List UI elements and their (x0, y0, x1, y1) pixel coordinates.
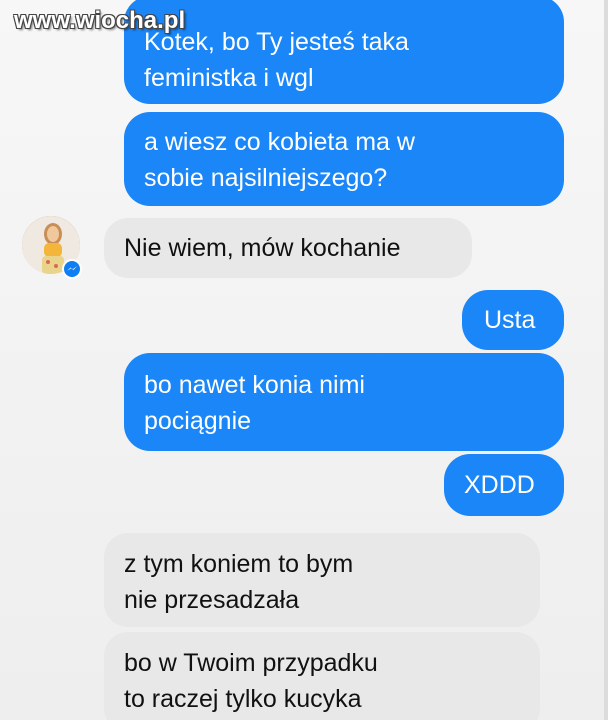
scrollbar-track[interactable] (604, 0, 608, 720)
message-bubble-incoming[interactable]: Nie wiem, mów kochanie (104, 218, 472, 278)
message-bubble-outgoing[interactable]: Usta (462, 290, 564, 350)
message-bubble-outgoing[interactable]: Kotek, bo Ty jesteś taka feministka i wg… (124, 0, 564, 104)
message-bubble-incoming[interactable]: z tym koniem to bym nie przesadzała (104, 533, 540, 627)
message-bubble-outgoing[interactable]: XDDD (444, 454, 564, 516)
message-bubble-incoming[interactable]: bo w Twoim przypadku to raczej tylko kuc… (104, 632, 540, 720)
messenger-bolt-icon (67, 266, 77, 271)
message-bubble-outgoing[interactable]: bo nawet konia nimi pociągnie (124, 353, 564, 451)
chat-thread: www.wiocha.pl Kotek, bo Ty jesteś taka f… (0, 0, 608, 720)
messenger-icon (62, 259, 82, 279)
watermark: www.wiocha.pl (14, 7, 186, 34)
message-bubble-outgoing[interactable]: a wiesz co kobieta ma w sobie najsilniej… (124, 112, 564, 206)
